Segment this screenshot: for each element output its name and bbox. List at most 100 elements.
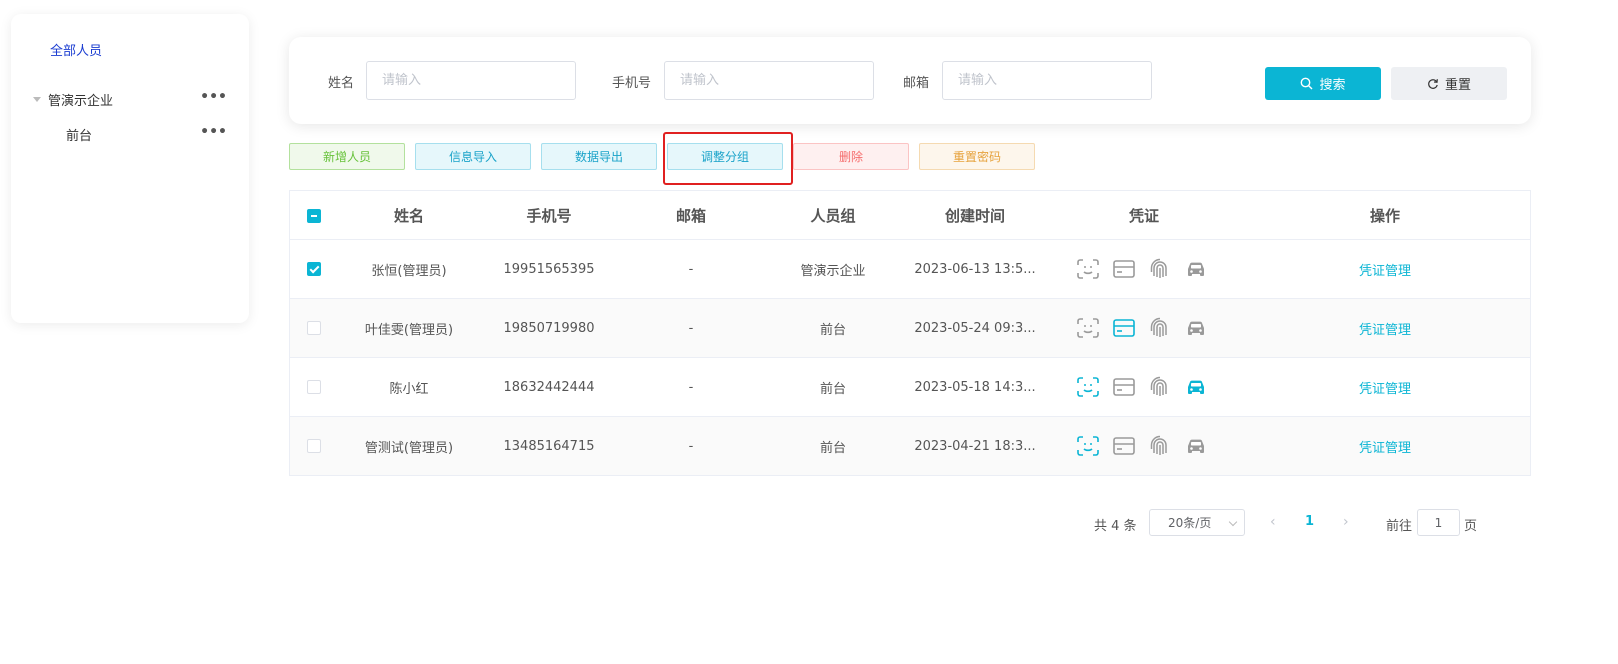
cell-phone: 18632442444 [503,379,595,395]
credential-manage-label[interactable]: 凭证管理 [1359,323,1411,338]
select-all-checkbox[interactable] [307,206,321,224]
cell-email: - [688,320,694,336]
row-checkbox[interactable] [307,262,321,277]
car-icon[interactable] [1183,317,1209,339]
cell-credentials [1075,317,1215,339]
page-size-select[interactable]: 20条/页 [1149,509,1245,536]
tree-all-members[interactable]: 全部人员 [50,40,102,59]
face-id-icon[interactable] [1075,258,1101,280]
goto-label: 前往 [1386,519,1413,534]
chevron-down-icon [1228,517,1238,527]
fingerprint-icon[interactable] [1147,376,1173,398]
car-icon[interactable] [1183,376,1209,398]
card-icon[interactable] [1111,317,1137,339]
search-panel: 姓名 手机号 邮箱 搜索 重置 [289,37,1531,124]
phone-label: 手机号 [612,76,652,91]
checkbox-icon [307,321,321,335]
fingerprint-icon[interactable] [1147,435,1173,457]
face-id-icon[interactable] [1075,376,1101,398]
name-label: 姓名 [328,76,355,91]
page-suffix-label: 页 [1464,519,1478,534]
more-icon[interactable]: ••• [200,125,227,139]
adjust-group-button[interactable]: 调整分组 [667,143,783,170]
credential-manage-label[interactable]: 凭证管理 [1359,264,1411,279]
email-label: 邮箱 [903,76,930,91]
fingerprint-icon[interactable] [1147,258,1173,280]
table-row[interactable]: 叶佳雯(管理员) 19850719980 - 前台 2023-05-24 09:… [290,298,1530,357]
reset-button[interactable]: 重置 [1391,67,1507,100]
prev-page-button[interactable]: ‹ [1270,514,1276,530]
cell-group: 管演示企业 [800,263,866,279]
table-row[interactable]: 张恒(管理员) 19951565395 - 管演示企业 2023-06-13 1… [290,239,1530,298]
checkbox-indeterminate-icon [307,208,321,223]
tree-node-front-desk[interactable]: 前台 ••• [11,122,249,146]
cell-created: 2023-05-24 09:3... [914,320,1036,336]
cell-name: 叶佳雯(管理员) [364,322,454,338]
header-operation: 操作 [1369,206,1400,225]
refresh-icon [1428,78,1438,89]
face-id-icon[interactable] [1075,317,1101,339]
cell-name: 陈小红 [389,381,429,397]
reset-button-label: 重置 [1444,78,1471,93]
row-checkbox[interactable] [307,321,321,336]
credential-manage-link[interactable]: 凭证管理 [1320,437,1450,456]
checkbox-icon [307,439,321,453]
tree-node-label: 管演示企业 [48,93,114,109]
cell-credentials [1075,376,1215,398]
cell-created: 2023-06-13 13:5... [914,261,1036,277]
credential-manage-link[interactable]: 凭证管理 [1320,319,1450,338]
header-phone: 手机号 [526,206,572,225]
header-created: 创建时间 [944,206,1005,225]
export-button[interactable]: 数据导出 [541,143,657,170]
row-checkbox[interactable] [307,380,321,395]
table-row[interactable]: 管测试(管理员) 13485164715 - 前台 2023-04-21 18:… [290,416,1530,475]
table-header: 姓名 手机号 邮箱 人员组 创建时间 凭证 操作 [290,191,1530,239]
header-name: 姓名 [393,206,424,225]
cell-phone: 19951565395 [503,261,595,277]
reset-password-button[interactable]: 重置密码 [919,143,1035,170]
delete-button[interactable]: 删除 [793,143,909,170]
page-size-value: 20条/页 [1168,516,1212,530]
add-member-button[interactable]: 新增人员 [289,143,405,170]
car-icon[interactable] [1183,258,1209,280]
email-input[interactable] [942,61,1152,100]
cell-created: 2023-05-18 14:3... [914,379,1036,395]
card-icon[interactable] [1111,376,1137,398]
cell-group: 前台 [819,322,846,338]
search-button[interactable]: 搜索 [1265,67,1381,100]
cell-group: 前台 [819,381,846,397]
cell-created: 2023-04-21 18:3... [914,438,1036,454]
table-body: 张恒(管理员) 19951565395 - 管演示企业 2023-06-13 1… [290,239,1530,475]
phone-input[interactable] [664,61,874,100]
credential-manage-link[interactable]: 凭证管理 [1320,378,1450,397]
goto-page-input[interactable] [1417,509,1460,536]
members-table: 姓名 手机号 邮箱 人员组 创建时间 凭证 操作 张恒(管理员) 1995156… [289,190,1531,476]
cell-email: - [688,261,694,277]
pagination-total: 共 4 条 [1094,519,1137,534]
more-icon[interactable]: ••• [200,90,227,104]
header-group: 人员组 [810,206,856,225]
page-number-current[interactable]: 1 [1305,514,1314,529]
credential-manage-link[interactable]: 凭证管理 [1320,260,1450,279]
row-checkbox[interactable] [307,439,321,454]
caret-down-icon[interactable] [33,96,41,102]
fingerprint-icon[interactable] [1147,317,1173,339]
next-page-button[interactable]: › [1343,514,1349,530]
import-button[interactable]: 信息导入 [415,143,531,170]
cell-name: 张恒(管理员) [371,263,447,279]
card-icon[interactable] [1111,435,1137,457]
name-input[interactable] [366,61,576,100]
table-row[interactable]: 陈小红 18632442444 - 前台 2023-05-18 14:3... … [290,357,1530,416]
face-id-icon[interactable] [1075,435,1101,457]
cell-credentials [1075,435,1215,457]
cell-name: 管测试(管理员) [364,440,454,456]
card-icon[interactable] [1111,258,1137,280]
tree-node-demo-enterprise[interactable]: 管演示企业 ••• [11,87,249,111]
cell-email: - [688,438,694,454]
credential-manage-label[interactable]: 凭证管理 [1359,441,1411,456]
tree-node-label: 前台 [66,128,93,144]
car-icon[interactable] [1183,435,1209,457]
search-icon [1301,77,1313,90]
cell-credentials [1075,258,1215,280]
credential-manage-label[interactable]: 凭证管理 [1359,382,1411,397]
